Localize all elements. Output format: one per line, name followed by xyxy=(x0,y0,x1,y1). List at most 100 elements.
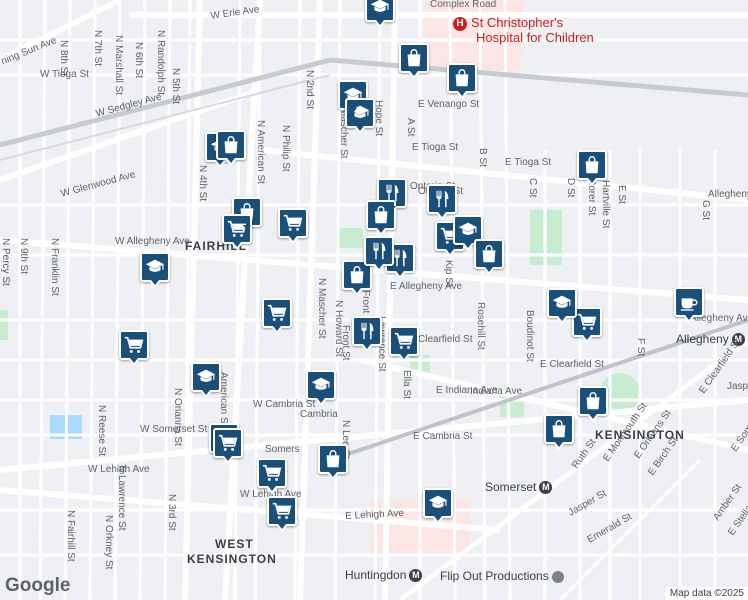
grocery-icon xyxy=(267,304,287,321)
station-label[interactable]: Huntingdon M xyxy=(345,569,423,583)
street-label: N 3rd St xyxy=(166,494,177,531)
street-label: E Tioga St xyxy=(505,157,552,168)
restaurant-pin[interactable] xyxy=(352,316,382,352)
metro-icon: M xyxy=(409,569,423,583)
shopping-pin[interactable] xyxy=(399,43,429,79)
grocery-icon xyxy=(577,313,597,330)
park xyxy=(337,228,363,248)
shopping-icon xyxy=(552,420,566,438)
street-label: N Fairhill St xyxy=(65,510,76,562)
street-label: N Mascher St xyxy=(316,278,327,339)
street-label: Cambria xyxy=(300,409,338,420)
grocery-icon xyxy=(124,336,144,353)
school-pin[interactable] xyxy=(191,362,221,398)
hospital-label[interactable]: H St Christopher's xyxy=(453,16,563,31)
street-label: N Franklin St xyxy=(49,238,60,296)
shopping-icon xyxy=(586,392,600,410)
grocery-pin[interactable] xyxy=(267,496,297,532)
school-icon xyxy=(428,495,448,508)
poi-label[interactable]: Flip Out Productions xyxy=(440,570,565,583)
shopping-pin[interactable] xyxy=(366,200,396,236)
street-label: N 9th St xyxy=(18,238,29,275)
shopping-pin[interactable] xyxy=(216,130,246,166)
street-label: E Cambria St xyxy=(413,431,473,442)
restaurant-icon xyxy=(361,322,374,340)
street-label: N 4th St xyxy=(197,165,208,202)
shopping-icon xyxy=(585,156,599,174)
map-attribution[interactable]: Map data ©2025 xyxy=(665,587,748,600)
school-icon xyxy=(311,377,331,390)
shopping-icon xyxy=(224,136,238,154)
shopping-pin[interactable] xyxy=(318,444,348,480)
shopping-icon xyxy=(407,49,421,67)
restaurant-icon xyxy=(373,242,386,260)
street-label: D St xyxy=(565,178,576,198)
street-label: Boudinot St xyxy=(524,310,535,362)
street-label: B St xyxy=(477,148,488,167)
grocery-pin[interactable] xyxy=(278,208,308,244)
grocery-pin[interactable] xyxy=(213,428,243,464)
grocery-pin[interactable] xyxy=(257,458,287,494)
street-label: N 2nd St xyxy=(304,70,315,109)
school-pin[interactable] xyxy=(547,288,577,324)
street-label: W Allegheny Ave xyxy=(115,236,190,247)
school-icon xyxy=(370,0,390,12)
street-label: Indiana Ave xyxy=(470,386,523,397)
hospital-label: Hospital for Children xyxy=(476,30,594,45)
street-label: C St xyxy=(527,178,538,198)
shopping-pin[interactable] xyxy=(578,386,608,422)
shopping-pin[interactable] xyxy=(474,239,504,275)
street-label: Allegheny xyxy=(708,189,748,200)
street-label: E Clearfield St xyxy=(540,359,604,370)
cafe-pin[interactable] xyxy=(674,287,704,323)
grocery-pin[interactable] xyxy=(389,326,419,362)
grocery-pin[interactable] xyxy=(262,298,292,334)
shopping-pin[interactable] xyxy=(577,150,607,186)
street-label: N Orkney St xyxy=(103,515,114,570)
street-label: Somers xyxy=(265,444,300,455)
street-label: N 5th St xyxy=(170,68,181,105)
school-pin[interactable] xyxy=(306,370,336,406)
street-label: Jasper St xyxy=(727,381,748,392)
school-pin[interactable] xyxy=(365,0,395,28)
school-icon xyxy=(350,105,370,118)
street-label: N American St xyxy=(255,120,266,184)
street-label: E St xyxy=(616,185,627,204)
school-pin[interactable] xyxy=(345,98,375,134)
street-label: Hartville St xyxy=(600,180,611,229)
street-label: N Philip St xyxy=(280,125,291,172)
street-label: Kip St xyxy=(443,260,454,287)
shopping-pin[interactable] xyxy=(544,414,574,450)
school-pin[interactable] xyxy=(140,252,170,288)
grocery-pin[interactable] xyxy=(119,330,149,366)
hospital-icon: H xyxy=(453,16,467,31)
grocery-icon xyxy=(394,332,414,349)
street-label: Front St xyxy=(340,325,351,361)
school-pin[interactable] xyxy=(423,488,453,524)
street-label: N 6th St xyxy=(133,42,144,79)
grocery-icon xyxy=(262,464,282,481)
street-label: Ella St xyxy=(401,370,412,399)
district-label: WEST xyxy=(215,537,254,551)
street-label: G St xyxy=(700,200,711,221)
restaurant-pin[interactable] xyxy=(427,184,457,220)
school-icon xyxy=(552,295,572,308)
school-icon xyxy=(458,222,478,235)
restaurant-pin[interactable] xyxy=(364,236,394,272)
station-label[interactable]: Somerset M xyxy=(485,481,553,495)
shopping-icon xyxy=(482,245,496,263)
district-label: KENSINGTON xyxy=(187,552,277,566)
street-label: Clearfield St xyxy=(418,334,473,345)
street-label: N 7th St xyxy=(92,30,103,67)
google-logo: Google xyxy=(5,575,71,596)
grocery-icon xyxy=(283,214,303,231)
school-icon xyxy=(145,259,165,272)
street-label: N Reese St xyxy=(96,405,107,457)
shopping-icon xyxy=(326,450,340,468)
street-label: Complex Road xyxy=(430,0,497,10)
school-icon xyxy=(196,369,216,382)
street-label: N Lawrence St xyxy=(116,465,127,531)
shopping-pin[interactable] xyxy=(447,63,477,99)
street-label: N Randolph St xyxy=(155,30,166,96)
map[interactable]: FAIRHILL KENSINGTON WEST KENSINGTON H St … xyxy=(0,0,748,600)
